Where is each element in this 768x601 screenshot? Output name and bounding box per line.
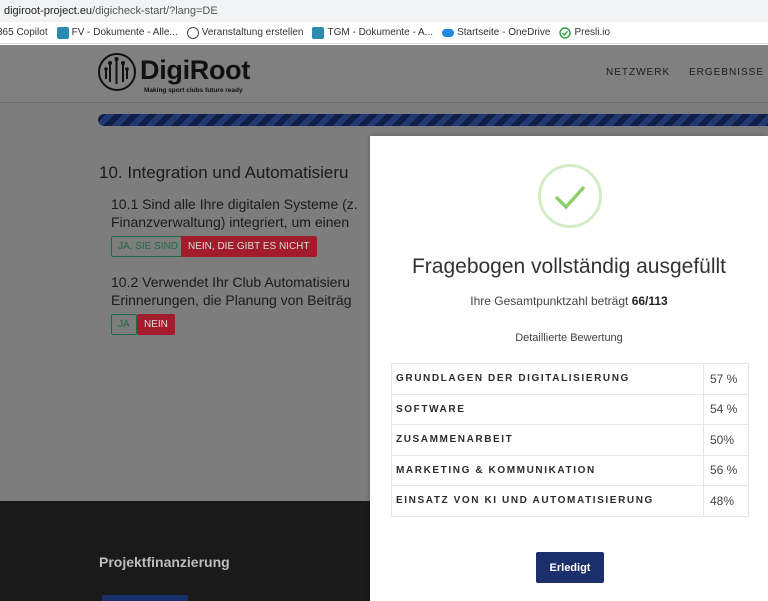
survey-progress-bar xyxy=(98,114,768,126)
bookmark-tgm-dokumente[interactable]: TGM - Dokumente - A... xyxy=(312,26,434,39)
score-value: 66/113 xyxy=(631,294,668,308)
completion-modal: Fragebogen vollständig ausgefüllt Ihre G… xyxy=(370,136,768,601)
percent-cell: 48% xyxy=(703,485,749,517)
category-cell: MARKETING & KOMMUNIKATION xyxy=(391,454,704,486)
percent-cell: 56 % xyxy=(703,454,749,486)
category-cell: EINSATZ VON KI UND AUTOMATISIERUNG xyxy=(391,485,704,517)
question-10-2: 10.2 Verwendet Ihr Club Automatisieru Er… xyxy=(111,273,352,309)
site-logo[interactable]: DigiRoot Making sport clubs future ready xyxy=(98,51,251,97)
answer-yes-button[interactable]: JA xyxy=(111,314,137,335)
bookmark-label: Presli.io xyxy=(574,27,611,38)
answer-no-button[interactable]: NEIN, DIE GIBT ES NICHT xyxy=(181,236,317,257)
score-prefix: Ihre Gesamtpunktzahl beträgt xyxy=(470,294,632,308)
nav-ergebnisse[interactable]: ERGEBNISSE xyxy=(689,67,764,78)
footer-button[interactable] xyxy=(102,595,188,601)
table-row: GRUNDLAGEN DER DIGITALISIERUNG 57 % xyxy=(391,363,749,395)
question-text-line: Erinnerungen, die Planung von Beiträg xyxy=(111,292,352,308)
question-text-line: 10.1 Sind alle Ihre digitalen Systeme (z… xyxy=(111,196,358,212)
teams-icon xyxy=(56,26,69,39)
category-cell: ZUSAMMENARBEIT xyxy=(391,424,704,456)
modal-title: Fragebogen vollständig ausgefüllt xyxy=(411,255,727,278)
percent-cell: 57 % xyxy=(703,363,749,395)
bookmark-veranstaltung[interactable]: Veranstaltung erstellen xyxy=(186,26,304,39)
detail-label: Detaillierte Bewertung xyxy=(515,332,623,344)
success-check-icon xyxy=(538,164,602,228)
question-text-line: Finanzverwaltung) integriert, um einen xyxy=(111,214,350,230)
percent-cell: 54 % xyxy=(703,393,749,425)
globe-icon xyxy=(186,26,199,39)
total-score: Ihre Gesamtpunktzahl beträgt 66/113 xyxy=(370,294,768,308)
site-header: DigiRoot Making sport clubs future ready… xyxy=(0,45,768,103)
table-row: MARKETING & KOMMUNIKATION 56 % xyxy=(391,454,749,486)
done-button[interactable]: Erledigt xyxy=(536,552,604,583)
nav-netzwerk[interactable]: NETZWERK xyxy=(606,67,670,78)
bookmark-label: Veranstaltung erstellen xyxy=(201,27,304,38)
bookmark-label: Startseite - OneDrive xyxy=(457,27,551,38)
bookmarks-bar: 365 Copilot FV - Dokumente - Alle... Ver… xyxy=(0,22,768,44)
url-host: digiroot-project.eu xyxy=(4,5,93,17)
bookmark-label: 365 Copilot xyxy=(0,27,48,38)
answer-no-button[interactable]: NEIN xyxy=(137,314,175,335)
bookmark-copilot[interactable]: 365 Copilot xyxy=(0,27,48,38)
bookmark-onedrive[interactable]: Startseite - OneDrive xyxy=(442,27,550,38)
onedrive-icon xyxy=(442,28,455,37)
category-cell: GRUNDLAGEN DER DIGITALISIERUNG xyxy=(391,363,704,395)
question-text-line: 10.2 Verwendet Ihr Club Automatisieru xyxy=(111,274,350,290)
table-row: ZUSAMMENARBEIT 50% xyxy=(391,424,749,456)
bookmark-label: TGM - Dokumente - A... xyxy=(327,27,434,38)
logo-text: DigiRoot xyxy=(140,55,251,85)
logo-emblem-icon xyxy=(98,53,136,91)
bookmark-fv-dokumente[interactable]: FV - Dokumente - Alle... xyxy=(56,26,178,39)
question-10-1: 10.1 Sind alle Ihre digitalen Systeme (z… xyxy=(111,195,358,231)
table-row: SOFTWARE 54 % xyxy=(391,393,749,425)
category-cell: SOFTWARE xyxy=(391,393,704,425)
check-circle-icon xyxy=(559,26,572,39)
teams-icon xyxy=(312,26,325,39)
table-row: EINSATZ VON KI UND AUTOMATISIERUNG 48% xyxy=(391,485,749,517)
address-bar[interactable]: digiroot-project.eu/digicheck-start/?lan… xyxy=(0,0,768,22)
url-path: /digicheck-start/?lang=DE xyxy=(92,5,218,17)
bookmark-presli[interactable]: Presli.io xyxy=(559,26,611,39)
answer-yes-button[interactable]: JA, SIE SIND xyxy=(111,236,186,257)
score-table: GRUNDLAGEN DER DIGITALISIERUNG 57 % SOFT… xyxy=(391,363,749,517)
section-title: 10. Integration und Automatisieru xyxy=(99,163,349,182)
percent-cell: 50% xyxy=(703,424,749,456)
logo-tagline: Making sport clubs future ready xyxy=(144,87,243,94)
bookmark-label: FV - Dokumente - Alle... xyxy=(71,27,178,38)
footer-title: Projektfinanzierung xyxy=(99,554,230,570)
